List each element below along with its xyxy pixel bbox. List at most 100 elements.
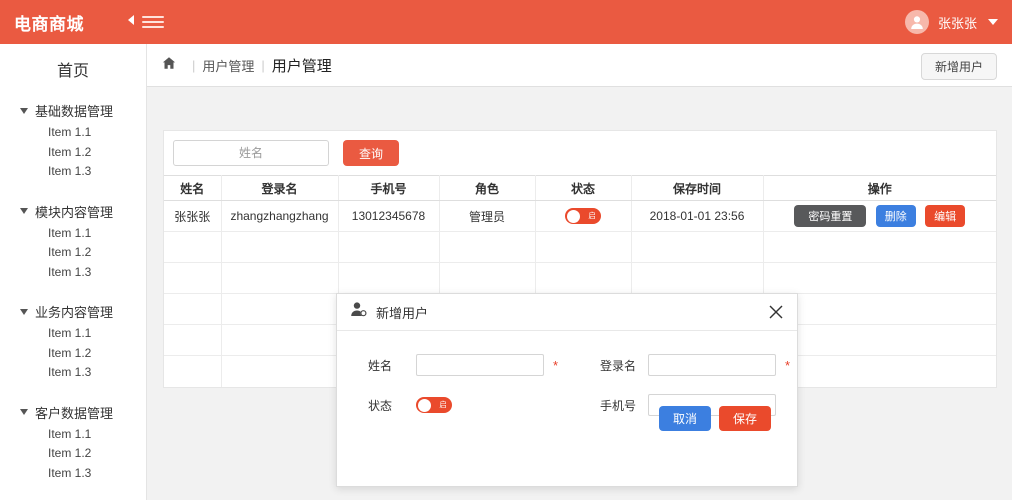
cell-empty [164,324,222,356]
table-row-empty [164,262,996,294]
dialog-title: 新增用户 [376,305,429,321]
required-marker: * [785,357,791,373]
app-root: 电商商城 张张张 首页 基础数据管理 Item 1.1 Item 1.2 Ite… [0,0,1012,500]
sidebar-subitem[interactable]: Item 1.2 [0,444,146,464]
field-label-name: 姓名 [368,358,393,373]
chevron-down-icon [20,409,28,415]
chevron-down-icon[interactable] [988,19,998,25]
content-region: | 用户管理 | 用户管理 新增用户 查询 [147,44,1012,500]
delete-button[interactable]: 删除 [875,205,916,227]
sidebar-subitem[interactable]: Item 1.1 [0,224,146,244]
sidebar-subitem[interactable]: Item 1.2 [0,243,146,263]
cell-empty [763,262,996,294]
cell-role: 管理员 [439,200,536,232]
save-button[interactable]: 保存 [718,405,771,431]
reset-password-button[interactable]: 密码重置 [794,205,867,227]
user-avatar-icon[interactable] [904,10,929,34]
cell-login: zhangzhangzhang [221,200,339,232]
sidebar-group-label: 业务内容管理 [35,305,114,320]
home-icon[interactable] [162,56,176,75]
sidebar-subitem[interactable]: Item 1.3 [0,363,146,383]
sidebar-group-header[interactable]: 基础数据管理 [0,101,146,120]
breadcrumb-current: 用户管理 [271,57,332,75]
cell-phone: 13012345678 [338,200,440,232]
column-header-actions: 操作 [763,175,996,201]
table-header-row: 姓名 登录名 手机号 角色 状态 保存时间 操作 [164,175,996,201]
field-label-login: 登录名 [600,358,637,373]
sidebar-group-customer-data: 客户数据管理 Item 1.1 Item 1.2 Item 1.3 [0,403,146,484]
required-marker: * [553,357,559,373]
cell-empty [221,324,339,356]
cell-empty [631,231,764,263]
breadcrumb-separator: | [261,57,265,73]
cell-empty [164,355,222,387]
search-input[interactable] [173,140,329,166]
cell-empty [221,262,339,294]
sidebar: 首页 基础数据管理 Item 1.1 Item 1.2 Item 1.3 模块内… [0,44,147,500]
sidebar-subitem[interactable]: Item 1.3 [0,464,146,484]
main-area: 查询 姓名 登录名 手机号 角色 状态 保存时间 [147,87,1012,499]
sidebar-group-basic-data: 基础数据管理 Item 1.1 Item 1.2 Item 1.3 [0,101,146,182]
sidebar-group-label: 客户数据管理 [35,405,114,421]
breadcrumb-parent[interactable]: 用户管理 [202,56,254,75]
app-brand-title: 电商商城 [14,14,84,34]
cell-empty [164,262,222,294]
cell-empty [338,231,440,263]
dialog-header: 新增用户 [337,294,797,331]
edit-button[interactable]: 编辑 [925,205,966,227]
hamburger-line [142,16,164,18]
close-icon[interactable] [767,303,785,321]
cell-empty [439,262,536,294]
add-user-dialog: 新增用户 姓名 * 登录名 * 状态 启 手机号 取消 保存 [336,293,798,487]
hamburger-line [142,26,164,28]
cell-name: 张张张 [164,200,222,232]
breadcrumb-separator: | [192,57,196,73]
form-row-1: 姓名 * 登录名 * [337,345,797,385]
sidebar-group-module-content: 模块内容管理 Item 1.1 Item 1.2 Item 1.3 [0,202,146,283]
table-row[interactable]: 张张张 zhangzhangzhang 13012345678 管理员 启 20… [164,200,996,232]
header-user-name: 张张张 [937,15,977,31]
breadcrumb-bar: | 用户管理 | 用户管理 新增用户 [147,44,1012,87]
sidebar-subitem[interactable]: Item 1.1 [0,324,146,344]
name-input[interactable] [416,354,544,376]
sidebar-group-label: 模块内容管理 [35,204,114,220]
column-header-name: 姓名 [164,175,222,201]
column-header-saved-at: 保存时间 [631,175,764,201]
sidebar-group-label: 基础数据管理 [35,104,114,119]
column-header-role: 角色 [439,175,536,201]
cell-empty [221,231,339,263]
collapse-arrow-icon [128,15,134,25]
cell-empty [439,231,536,263]
search-toolbar: 查询 [164,131,996,175]
column-header-phone: 手机号 [338,175,440,201]
login-input[interactable] [648,354,776,376]
cell-status: 启 [535,200,632,232]
dialog-footer: 取消 保存 [337,395,797,441]
table-row-empty [164,231,996,263]
cell-empty [763,231,996,263]
sidebar-subitem[interactable]: Item 1.3 [0,162,146,182]
sidebar-subitem[interactable]: Item 1.3 [0,263,146,283]
sidebar-subitem[interactable]: Item 1.2 [0,143,146,163]
sidebar-group-header[interactable]: 业务内容管理 [0,302,146,321]
cancel-button[interactable]: 取消 [658,405,711,431]
cell-empty [535,262,632,294]
cell-saved-at: 2018-01-01 23:56 [631,200,764,232]
sidebar-group-header[interactable]: 模块内容管理 [0,202,146,221]
header-user-area[interactable]: 张张张 [904,10,998,34]
column-header-login: 登录名 [221,175,339,201]
cell-empty [221,293,339,325]
add-user-button[interactable]: 新增用户 [920,53,997,80]
sidebar-group-header[interactable]: 客户数据管理 [0,403,146,422]
cell-empty [631,262,764,294]
sidebar-subitem[interactable]: Item 1.1 [0,123,146,143]
chevron-down-icon [20,107,28,114]
sidebar-item-home[interactable]: 首页 [0,57,146,81]
toggle-knob [566,209,580,223]
hamburger-collapse-icon[interactable] [142,12,164,32]
query-button[interactable]: 查询 [343,140,400,166]
status-toggle[interactable]: 启 [565,208,601,224]
sidebar-subitem[interactable]: Item 1.1 [0,425,146,445]
cell-empty [535,231,632,263]
sidebar-subitem[interactable]: Item 1.2 [0,344,146,364]
